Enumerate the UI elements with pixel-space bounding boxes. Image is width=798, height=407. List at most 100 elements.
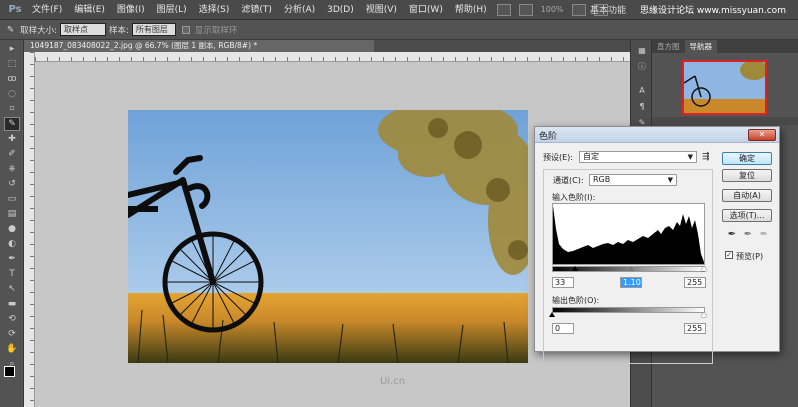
- document-tab[interactable]: 1049187_083408022_2.jpg @ 66.7% (图层 1 副本…: [24, 40, 374, 52]
- ok-button[interactable]: 确定: [722, 152, 772, 165]
- options-button[interactable]: 选项(T)...: [722, 209, 772, 222]
- 3d-orbit-tool-icon[interactable]: ⟳: [5, 328, 19, 340]
- show-ring-label: 显示取样环: [194, 25, 238, 36]
- input-white-handle[interactable]: [701, 266, 707, 271]
- channel-value: RGB: [593, 175, 611, 184]
- foreground-color-swatch[interactable]: [4, 366, 15, 377]
- dialog-title: 色阶: [539, 132, 558, 142]
- preset-select[interactable]: 自定 ▼: [579, 151, 697, 163]
- workspace-switcher[interactable]: 基本功能: [590, 3, 626, 16]
- canvas-logo: Ui.cn: [380, 376, 406, 387]
- menu-help[interactable]: 帮助(H): [449, 0, 493, 20]
- chevron-down-icon: ▼: [667, 176, 673, 184]
- hand-tool-icon[interactable]: ✋: [5, 343, 19, 355]
- document-tab-bar: 1049187_083408022_2.jpg @ 66.7% (图层 1 副本…: [24, 40, 630, 52]
- histogram: [552, 203, 705, 265]
- paragraph-panel-icon[interactable]: ¶: [636, 102, 648, 112]
- eyedropper-tool-icon[interactable]: ✎: [7, 25, 14, 35]
- output-black-handle[interactable]: [549, 312, 555, 317]
- crop-tool-icon[interactable]: ⌗: [5, 103, 19, 115]
- 3d-rotate-tool-icon[interactable]: ⟲: [5, 313, 19, 325]
- levels-dialog: 色阶 ✕ 预设(E): 自定 ▼ ⇶ 通道(C): RGB ▼ 输入色阶(I): 3…: [534, 126, 780, 364]
- type-tool-icon[interactable]: T: [5, 268, 19, 280]
- lasso-tool-icon[interactable]: ꝏ: [5, 73, 19, 85]
- view-extras-icon[interactable]: [518, 3, 533, 16]
- shape-tool-icon[interactable]: ▬: [5, 298, 19, 310]
- ruler-horizontal: [35, 52, 630, 62]
- marquee-tool-icon[interactable]: ⬚: [5, 58, 19, 70]
- eyedropper-tool-icon[interactable]: ✎: [4, 117, 20, 131]
- output-levels-label: 输出色阶(O):: [552, 296, 600, 305]
- gray-eyedropper-icon[interactable]: ✒: [743, 229, 753, 241]
- arrange-icon[interactable]: [571, 3, 586, 16]
- pen-tool-icon[interactable]: ✒: [5, 253, 19, 265]
- brush-tool-icon[interactable]: ✐: [5, 148, 19, 160]
- ruler-vertical: [24, 52, 35, 407]
- blur-tool-icon[interactable]: ●: [5, 223, 19, 235]
- gradient-tool-icon[interactable]: ▤: [5, 208, 19, 220]
- site-watermark: 思缘设计论坛 www.missyuan.com: [640, 6, 786, 16]
- menu-select[interactable]: 选择(S): [193, 0, 236, 20]
- reset-button[interactable]: 复位: [722, 169, 772, 182]
- input-gamma-handle[interactable]: [628, 266, 634, 271]
- navigator-thumbnail[interactable]: [682, 60, 767, 115]
- menu-3d[interactable]: 3D(D): [321, 0, 360, 20]
- channel-label: 通道(C):: [553, 176, 584, 185]
- options-bar: ✎ 取样大小: 取样点 样本: 所有图层 显示取样环: [0, 20, 798, 40]
- clone-tool-icon[interactable]: ⎈: [5, 163, 19, 175]
- sample-size-label: 取样大小:: [20, 25, 57, 36]
- menu-window[interactable]: 窗口(W): [403, 0, 449, 20]
- menu-layer[interactable]: 图层(L): [151, 0, 193, 20]
- menu-view[interactable]: 视图(V): [360, 0, 403, 20]
- tab-histogram[interactable]: 直方图: [652, 40, 685, 53]
- chevron-down-icon: ▼: [687, 153, 693, 161]
- path-select-tool-icon[interactable]: ↖: [5, 283, 19, 295]
- navigator-tabs: 直方图 导航器: [652, 40, 798, 53]
- sample-size-select[interactable]: 取样点: [60, 23, 106, 36]
- channel-select[interactable]: RGB ▼: [589, 174, 677, 186]
- output-black-field[interactable]: 0: [552, 323, 574, 334]
- info-panel-icon[interactable]: ⓘ: [636, 62, 648, 72]
- input-black-field[interactable]: 33: [552, 277, 574, 288]
- preview-checkbox[interactable]: ✓: [725, 251, 733, 259]
- menu-image[interactable]: 图像(I): [111, 0, 151, 20]
- preset-options-icon[interactable]: ⇶: [702, 152, 710, 162]
- move-tool-icon[interactable]: ▸: [5, 43, 19, 55]
- document-image[interactable]: [128, 110, 528, 363]
- app-logo: Ps: [8, 3, 22, 15]
- input-levels-label: 输入色阶(I):: [552, 193, 596, 202]
- preset-value: 自定: [583, 152, 599, 161]
- output-levels-slider[interactable]: [552, 307, 705, 313]
- history-brush-icon[interactable]: ↺: [5, 178, 19, 190]
- black-eyedropper-icon[interactable]: ✒: [727, 229, 737, 241]
- menu-filter[interactable]: 滤镜(T): [235, 0, 278, 20]
- dialog-titlebar[interactable]: 色阶 ✕: [535, 127, 779, 143]
- menu-analysis[interactable]: 分析(A): [278, 0, 321, 20]
- navigator-preview: [684, 62, 765, 113]
- navigator-panel: 直方图 导航器: [652, 40, 798, 125]
- white-eyedropper-icon[interactable]: ✒: [759, 229, 769, 241]
- healing-tool-icon[interactable]: ✚: [5, 133, 19, 145]
- histogram-panel-icon[interactable]: ▦: [636, 46, 648, 56]
- character-panel-icon[interactable]: A: [636, 86, 648, 96]
- histogram-graph: [553, 206, 704, 264]
- close-button[interactable]: ✕: [748, 129, 776, 141]
- sample-select[interactable]: 所有图层: [131, 23, 176, 36]
- menu-edit[interactable]: 编辑(E): [68, 0, 111, 20]
- input-white-field[interactable]: 255: [684, 277, 706, 288]
- bridge-icon[interactable]: [496, 3, 511, 16]
- preview-label: 预览(P): [736, 252, 764, 261]
- output-white-handle[interactable]: [701, 312, 707, 317]
- auto-button[interactable]: 自动(A): [722, 189, 772, 202]
- menu-file[interactable]: 文件(F): [26, 0, 68, 20]
- tab-navigator[interactable]: 导航器: [684, 40, 717, 53]
- output-white-field[interactable]: 255: [684, 323, 706, 334]
- eraser-tool-icon[interactable]: ▭: [5, 193, 19, 205]
- input-gamma-field[interactable]: 1.10: [620, 277, 642, 288]
- bicycle-meadow-photo: [128, 110, 528, 363]
- quick-select-tool-icon[interactable]: ◌: [5, 88, 19, 100]
- zoom-level[interactable]: 100%: [541, 5, 564, 14]
- dodge-tool-icon[interactable]: ◐: [5, 238, 19, 250]
- input-black-handle[interactable]: [572, 266, 578, 271]
- show-ring-checkbox[interactable]: [181, 25, 190, 34]
